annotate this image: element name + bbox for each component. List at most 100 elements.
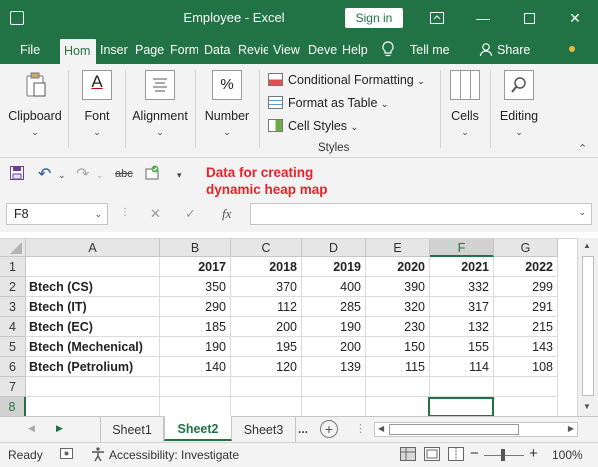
data-cell[interactable]: 114: [430, 357, 494, 377]
cancel-entry-icon[interactable]: ✕: [150, 206, 161, 222]
cells-group[interactable]: Cells ⌄: [443, 70, 487, 142]
scroll-up-icon[interactable]: ▲: [583, 241, 591, 250]
data-cell[interactable]: 400: [302, 277, 366, 297]
year-header-cell[interactable]: 2019: [302, 257, 366, 277]
tab-file[interactable]: File: [20, 36, 44, 64]
data-cell[interactable]: 317: [430, 297, 494, 317]
select-all-corner[interactable]: [0, 239, 26, 257]
collapse-ribbon-icon[interactable]: ⌃: [578, 142, 587, 155]
redo-dropdown-icon[interactable]: ⌄: [96, 170, 104, 181]
spelling-button[interactable]: abc: [115, 168, 133, 180]
accessibility-icon[interactable]: [90, 446, 106, 465]
column-header-f[interactable]: F: [430, 239, 494, 257]
zoom-slider-thumb[interactable]: [501, 449, 505, 461]
zoom-level[interactable]: 100%: [552, 448, 583, 462]
data-cell[interactable]: 195: [231, 337, 302, 357]
column-header-b[interactable]: B: [160, 239, 231, 257]
tab-split-grip-icon[interactable]: ⋮: [355, 422, 366, 435]
close-icon[interactable]: ✕: [552, 0, 598, 36]
sheet-tab-sheet2[interactable]: Sheet2: [164, 416, 232, 441]
row-header-5[interactable]: 5: [0, 337, 26, 357]
row-header-1[interactable]: 1: [0, 257, 26, 277]
tab-view[interactable]: View: [273, 36, 303, 64]
redo-icon[interactable]: ↷: [76, 164, 89, 184]
row-header-4[interactable]: 4: [0, 317, 26, 337]
sign-in-button[interactable]: Sign in: [345, 8, 403, 28]
editing-group[interactable]: Editing ⌄: [493, 70, 545, 142]
cell[interactable]: [494, 377, 558, 397]
cell[interactable]: [26, 257, 160, 277]
cell[interactable]: [302, 397, 366, 417]
formula-input[interactable]: ⌄: [250, 203, 592, 225]
format-as-table-button[interactable]: Format as Table ⌄: [268, 92, 388, 114]
row-label-cell[interactable]: Btech (Petrolium): [26, 357, 160, 377]
horizontal-scroll-thumb[interactable]: [389, 424, 519, 435]
cell[interactable]: [366, 377, 430, 397]
data-cell[interactable]: 370: [231, 277, 302, 297]
scroll-left-icon[interactable]: ◀: [378, 424, 384, 433]
vertical-scrollbar[interactable]: ▲ ▼: [577, 238, 598, 416]
save-icon[interactable]: [10, 166, 24, 183]
tab-developer[interactable]: Deve: [308, 36, 338, 64]
data-cell[interactable]: 215: [494, 317, 558, 337]
data-cell[interactable]: 185: [160, 317, 231, 337]
alignment-group[interactable]: Alignment ⌄: [128, 70, 192, 142]
formula-bar-grip-icon[interactable]: ⋮: [120, 207, 130, 218]
cell[interactable]: [231, 377, 302, 397]
data-cell[interactable]: 285: [302, 297, 366, 317]
sheet-next-icon[interactable]: ▶: [56, 423, 63, 434]
cell[interactable]: [160, 377, 231, 397]
macro-record-icon[interactable]: [60, 447, 74, 464]
data-cell[interactable]: 132: [430, 317, 494, 337]
cell[interactable]: [26, 377, 160, 397]
ribbon-display-icon[interactable]: [414, 0, 460, 36]
data-cell[interactable]: 332: [430, 277, 494, 297]
year-header-cell[interactable]: 2017: [160, 257, 231, 277]
row-header-3[interactable]: 3: [0, 297, 26, 317]
more-sheets-button[interactable]: ...: [298, 422, 308, 436]
data-cell[interactable]: 139: [302, 357, 366, 377]
sheet-prev-icon[interactable]: ◀: [28, 423, 35, 434]
zoom-out-icon[interactable]: −: [470, 445, 479, 462]
tell-me-search[interactable]: Tell me: [410, 36, 454, 64]
cell-styles-button[interactable]: Cell Styles ⌄: [268, 115, 358, 137]
row-label-cell[interactable]: Btech (Mechenical): [26, 337, 160, 357]
number-group[interactable]: % Number ⌄: [198, 70, 256, 142]
undo-icon[interactable]: ↶: [38, 164, 51, 184]
tab-page-layout[interactable]: Page: [135, 36, 165, 64]
scroll-down-icon[interactable]: ▼: [583, 402, 591, 411]
font-group[interactable]: A Font ⌄: [72, 70, 122, 142]
touch-mode-icon[interactable]: [145, 165, 161, 184]
data-cell[interactable]: 299: [494, 277, 558, 297]
data-cell[interactable]: 390: [366, 277, 430, 297]
scroll-right-icon[interactable]: ▶: [568, 424, 574, 433]
data-cell[interactable]: 120: [231, 357, 302, 377]
year-header-cell[interactable]: 2021: [430, 257, 494, 277]
data-cell[interactable]: 200: [302, 337, 366, 357]
row-header-7[interactable]: 7: [0, 377, 26, 397]
row-header-6[interactable]: 6: [0, 357, 26, 377]
clipboard-group[interactable]: Clipboard ⌄: [4, 70, 66, 142]
data-cell[interactable]: 190: [302, 317, 366, 337]
year-header-cell[interactable]: 2018: [231, 257, 302, 277]
tab-formulas[interactable]: Form: [170, 36, 198, 64]
horizontal-scrollbar[interactable]: ◀ ▶: [374, 422, 578, 437]
row-header-8[interactable]: 8: [0, 397, 26, 417]
year-header-cell[interactable]: 2022: [494, 257, 558, 277]
data-cell[interactable]: 350: [160, 277, 231, 297]
tab-data[interactable]: Data: [204, 36, 232, 64]
share-person-icon[interactable]: [479, 42, 493, 60]
column-header-a[interactable]: A: [26, 239, 160, 257]
column-header-c[interactable]: C: [231, 239, 302, 257]
data-cell[interactable]: 108: [494, 357, 558, 377]
data-cell[interactable]: 140: [160, 357, 231, 377]
insert-function-button[interactable]: fx: [222, 206, 231, 222]
column-header-g[interactable]: G: [494, 239, 558, 257]
conditional-formatting-button[interactable]: Conditional Formatting ⌄: [268, 69, 425, 91]
data-cell[interactable]: 115: [366, 357, 430, 377]
data-cell[interactable]: 230: [366, 317, 430, 337]
data-cell[interactable]: 320: [366, 297, 430, 317]
active-cell-cursor[interactable]: [428, 397, 494, 417]
data-cell[interactable]: 155: [430, 337, 494, 357]
add-sheet-icon[interactable]: +: [320, 420, 338, 438]
